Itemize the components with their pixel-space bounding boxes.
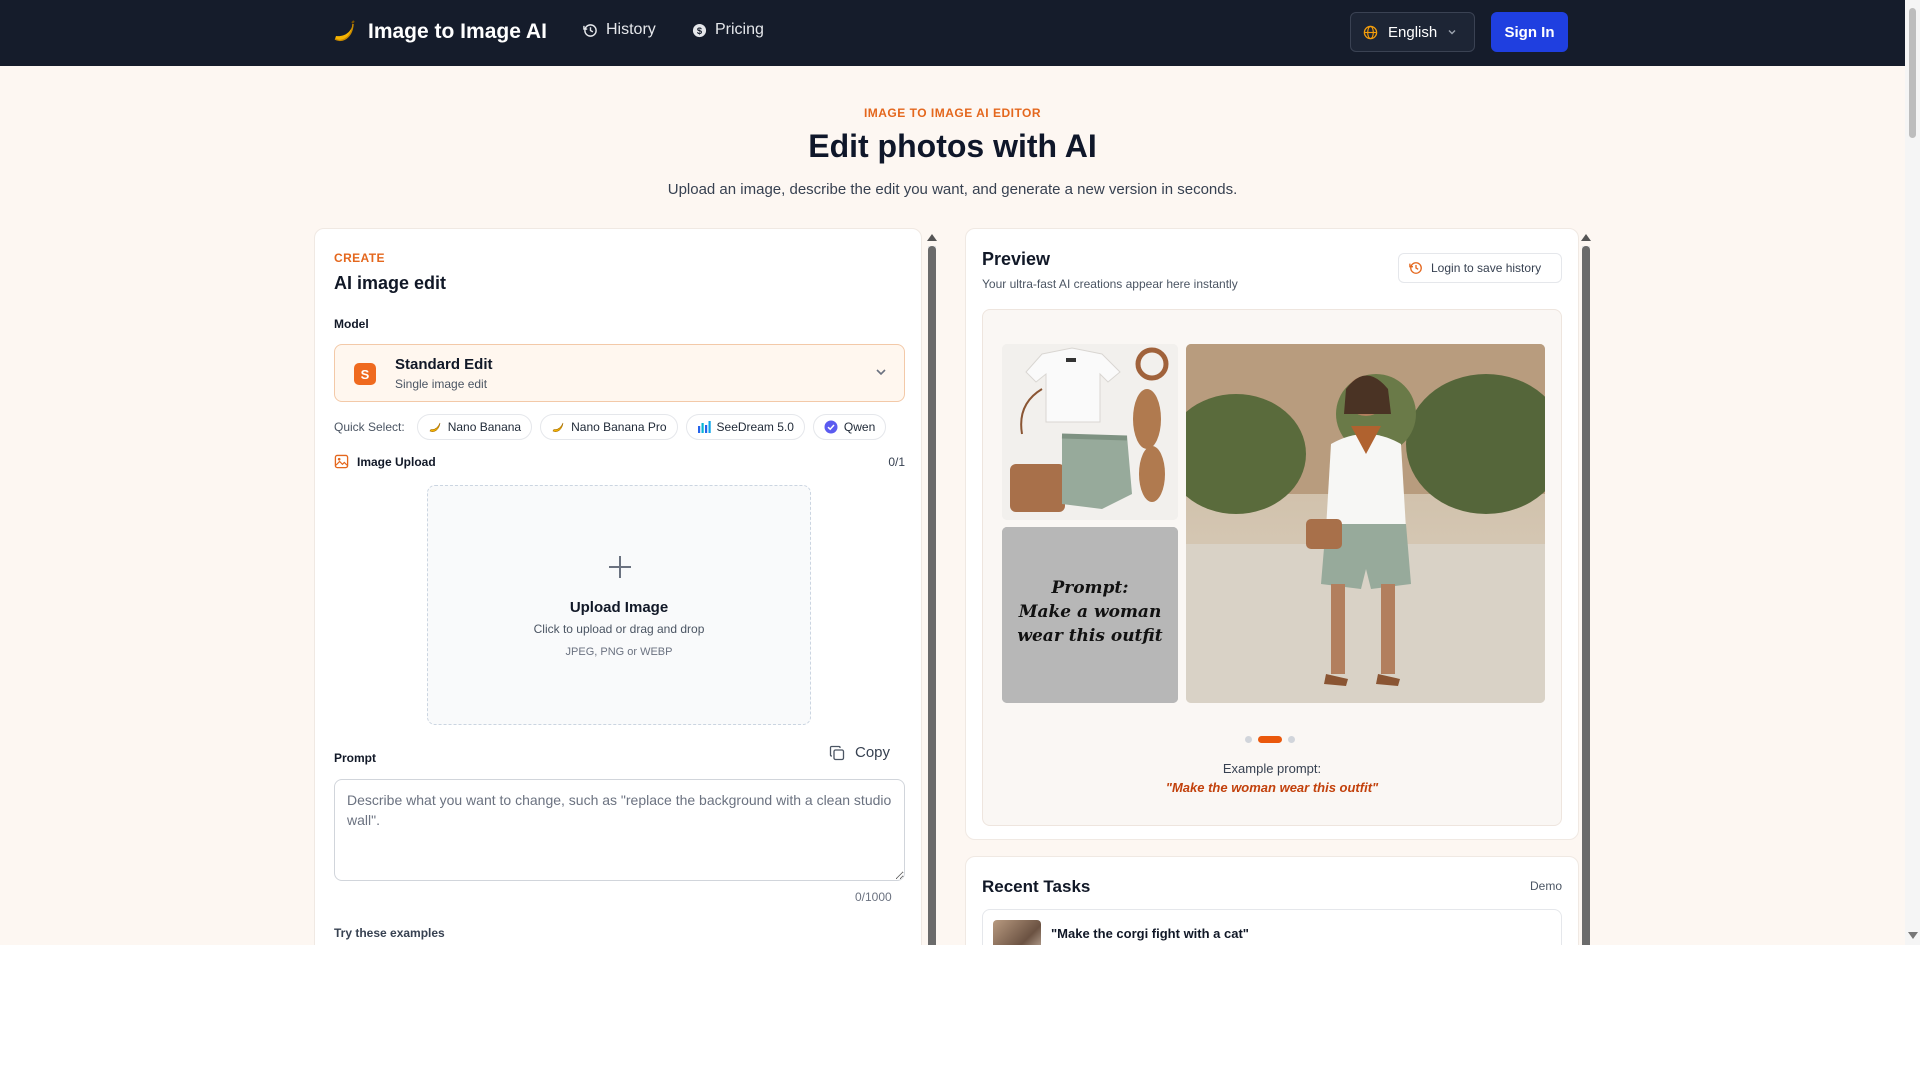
main-content: IMAGE TO IMAGE AI EDITOR Edit photos wit… xyxy=(0,66,1905,945)
recent-tasks-title: Recent Tasks xyxy=(982,877,1091,896)
svg-text:$: $ xyxy=(697,25,703,35)
brand-name: Image to Image AI xyxy=(368,20,547,43)
quick-select-qwen[interactable]: Qwen xyxy=(812,414,887,440)
svg-text:Prompt:: Prompt: xyxy=(1050,578,1128,598)
preview-panel: Preview Your ultra-fast AI creations app… xyxy=(965,228,1579,840)
scroll-up-arrow-icon[interactable] xyxy=(1581,234,1591,241)
svg-text:wear this outfit: wear this outfit xyxy=(1017,626,1162,646)
nav-pricing[interactable]: $ Pricing xyxy=(692,21,764,39)
model-label: Model xyxy=(334,317,369,331)
image-icon xyxy=(334,454,349,469)
banana-logo-icon xyxy=(334,20,355,42)
hero-subtitle: Upload an image, describe the edit you w… xyxy=(667,181,1238,198)
example-prompt-text: "Make the woman wear this outfit" xyxy=(1165,780,1379,795)
upload-hint: Click to upload or drag and drop xyxy=(533,622,705,636)
nav-pricing-label: Pricing xyxy=(715,21,764,38)
task-prompt: "Make the corgi fight with a cat" xyxy=(1051,926,1249,941)
preview-title: Preview xyxy=(982,249,1051,269)
task-thumbnail xyxy=(993,920,1041,945)
language-select[interactable]: English xyxy=(1350,12,1475,52)
banana-icon xyxy=(552,422,564,432)
model-name: Standard Edit xyxy=(395,356,493,373)
create-panel: CREATE AI image edit Model S Standard Ed… xyxy=(314,228,922,945)
sign-in-button[interactable]: Sign In xyxy=(1491,12,1568,52)
chevron-down-icon xyxy=(876,369,886,376)
preview-subtitle: Your ultra-fast AI creations appear here… xyxy=(982,277,1238,291)
outfit-illustration xyxy=(1002,344,1178,520)
chip-label: SeeDream 5.0 xyxy=(716,420,794,434)
bar-chart-icon xyxy=(697,421,711,433)
history-icon xyxy=(1409,262,1422,274)
recent-tasks-panel: Recent Tasks Demo "Make the corgi fight … xyxy=(965,856,1579,945)
outfit-flatlay-image xyxy=(1002,344,1178,520)
example-prompt-label: Example prompt: xyxy=(1222,761,1322,776)
svg-text:Make a woman: Make a woman xyxy=(1018,602,1162,622)
plus-icon xyxy=(609,556,631,578)
nav-history[interactable]: History xyxy=(583,21,656,39)
carousel-dot-active[interactable] xyxy=(1258,736,1282,743)
page-scrollbar[interactable] xyxy=(1905,0,1920,945)
quick-select-nano-banana[interactable]: Nano Banana xyxy=(416,414,533,440)
preview-carousel: Prompt: Make a woman wear this outfit Ex… xyxy=(982,309,1562,826)
image-upload-label: Image Upload xyxy=(357,454,436,469)
prompt-char-count: 0/1000 xyxy=(855,890,892,904)
page-title: Edit photos with AI xyxy=(808,128,1097,164)
upload-title: Upload Image xyxy=(569,599,669,616)
hero-eyebrow: IMAGE TO IMAGE AI EDITOR xyxy=(863,106,1042,120)
create-eyebrow: CREATE xyxy=(334,251,385,265)
scrollbar-thumb[interactable] xyxy=(1582,246,1590,945)
chip-label: Nano Banana Pro xyxy=(571,420,667,434)
nav-history-label: History xyxy=(606,21,656,38)
model-badge: S xyxy=(354,363,376,385)
page-scrollbar-thumb[interactable] xyxy=(1909,8,1916,138)
task-item[interactable]: "Make the corgi fight with a cat" xyxy=(982,909,1562,945)
login-save-history-label: Login to save history xyxy=(1431,261,1542,275)
banana-icon xyxy=(429,422,441,432)
quick-select-nano-banana-pro[interactable]: Nano Banana Pro xyxy=(540,414,678,440)
upload-count: 0/1 xyxy=(888,454,905,469)
brand-link[interactable]: Image to Image AI xyxy=(330,18,547,46)
copy-label: Copy xyxy=(855,744,891,761)
upload-dropzone[interactable]: Upload Image Click to upload or drag and… xyxy=(427,485,811,725)
image-upload-header: Image Upload 0/1 xyxy=(334,454,905,469)
login-save-history-button[interactable]: Login to save history xyxy=(1398,253,1562,283)
woman-outfit-illustration xyxy=(1186,344,1545,703)
model-description: Single image edit xyxy=(395,377,488,391)
scroll-up-arrow-icon[interactable] xyxy=(927,234,937,241)
quick-select: Quick Select: Nano Banana Nano Banana Pr… xyxy=(334,414,887,440)
scroll-down-arrow-icon[interactable] xyxy=(1908,932,1918,939)
prompt-input[interactable] xyxy=(334,779,905,881)
pricing-icon: $ xyxy=(692,23,707,37)
prompt-card-text-art: Prompt: Make a woman wear this outfit xyxy=(1002,527,1178,703)
history-icon xyxy=(583,23,597,37)
examples-label: Try these examples xyxy=(334,926,445,940)
carousel-dots xyxy=(1245,736,1295,743)
prompt-card-image: Prompt: Make a woman wear this outfit xyxy=(1002,527,1178,703)
preview-panel-scrollbar[interactable] xyxy=(1581,234,1591,945)
prompt-label: Prompt xyxy=(334,751,376,765)
top-navbar: Image to Image AI History $ Pricing Engl… xyxy=(0,0,1905,66)
create-title: AI image edit xyxy=(334,273,447,293)
create-panel-scrollbar[interactable] xyxy=(927,234,937,945)
chip-label: Nano Banana xyxy=(447,420,522,434)
chip-label: Qwen xyxy=(843,420,876,434)
quick-select-seedream[interactable]: SeeDream 5.0 xyxy=(685,414,805,440)
upload-file-types: JPEG, PNG or WEBP xyxy=(565,646,673,658)
quick-select-label: Quick Select: xyxy=(334,420,405,434)
check-circle-icon xyxy=(824,420,838,434)
demo-badge: Demo xyxy=(1529,879,1562,893)
copy-icon xyxy=(829,745,845,760)
scrollbar-thumb[interactable] xyxy=(928,246,936,945)
carousel-dot[interactable] xyxy=(1288,736,1295,743)
chevron-down-icon xyxy=(1448,30,1456,35)
result-photo-image xyxy=(1186,344,1545,703)
globe-icon xyxy=(1363,25,1378,39)
carousel-dot[interactable] xyxy=(1245,736,1252,743)
language-label: English xyxy=(1388,23,1438,41)
copy-prompt-button[interactable]: Copy xyxy=(829,744,890,761)
model-dropdown[interactable]: S Standard Edit Single image edit xyxy=(334,344,905,402)
